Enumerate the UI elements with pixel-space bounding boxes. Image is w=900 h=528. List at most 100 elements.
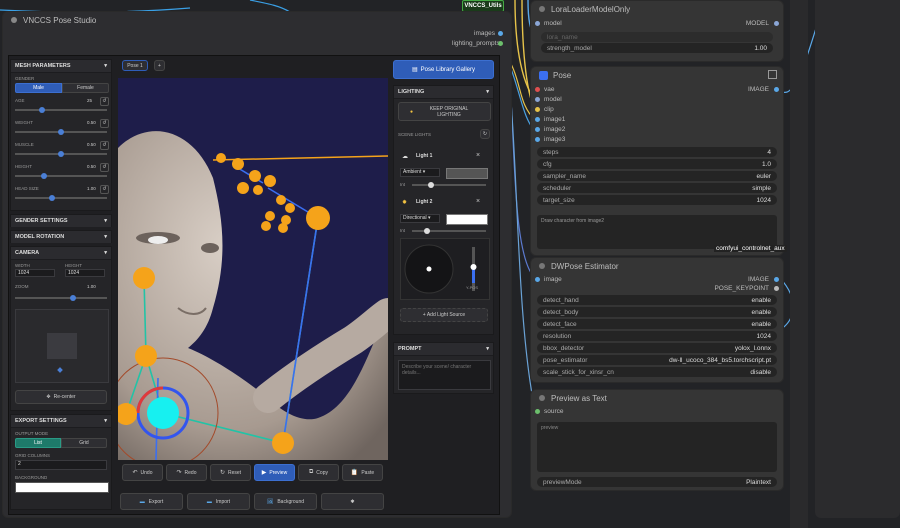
gender-settings-section[interactable]: GENDER SETTINGS ▾ <box>10 214 112 227</box>
reset-icon[interactable]: ↺ <box>100 97 109 106</box>
pose-widget-cfg[interactable]: cfg 1.0 <box>537 159 777 169</box>
chevron-down-icon[interactable]: ▾ <box>104 250 107 256</box>
mesh-slider[interactable] <box>15 151 107 157</box>
dwpose-widget-pose_estimator[interactable]: pose_estimator dw-ll_ucoco_384_bs5.torchs… <box>537 355 777 365</box>
camera-preview-box[interactable] <box>15 309 109 383</box>
female-toggle[interactable]: Female <box>62 83 109 93</box>
light-1-intensity-slider[interactable] <box>412 182 486 188</box>
mesh-slider-knob[interactable] <box>39 107 45 113</box>
pose-prompt-box[interactable]: Draw character from image2 <box>537 215 777 249</box>
dwpose-node[interactable]: DWPose Estimator image IMAGE POSE_KEYPOI… <box>530 257 784 383</box>
chevron-down-icon[interactable]: ▾ <box>104 218 107 224</box>
settings-button[interactable]: ✱ <box>321 493 384 510</box>
list-mode-toggle[interactable]: List <box>15 438 61 448</box>
tab-pose-1[interactable]: Pose 1 <box>122 60 148 71</box>
dwpose-image-output-socket[interactable] <box>774 277 779 282</box>
zoom-knob[interactable] <box>70 295 76 301</box>
male-toggle[interactable]: Male <box>15 83 62 93</box>
source-input-socket[interactable] <box>535 409 540 414</box>
lora-model-input-socket[interactable] <box>535 21 540 26</box>
background-color-swatch[interactable] <box>15 482 109 493</box>
dwpose-widget-detect_face[interactable]: detect_face enable <box>537 319 777 329</box>
reset-icon[interactable]: ↺ <box>100 185 109 194</box>
collapse-dot-icon[interactable] <box>539 263 545 269</box>
add-tab-button[interactable]: + <box>154 60 165 71</box>
preview-mode-widget[interactable]: previewMode Plaintext <box>537 477 777 487</box>
mesh-slider[interactable] <box>15 195 107 201</box>
dwpose-widget-detect_hand[interactable]: detect_hand enable <box>537 295 777 305</box>
pose-vae-input-socket[interactable] <box>535 87 540 92</box>
grid-mode-toggle[interactable]: Grid <box>61 438 107 448</box>
lora-model-output-socket[interactable] <box>774 21 779 26</box>
pose-widget-scheduler[interactable]: scheduler simple <box>537 183 777 193</box>
dwpose-widget-bbox_detector[interactable]: bbox_detector yolox_l.onnx <box>537 343 777 353</box>
preview-button[interactable]: ▶ Preview <box>254 464 295 481</box>
pose-image1-input-socket[interactable] <box>535 117 540 122</box>
pose-clip-input-socket[interactable] <box>535 107 540 112</box>
export-button[interactable]: ▬ Export <box>120 493 183 510</box>
mesh-slider-knob[interactable] <box>41 173 47 179</box>
viewport-3d[interactable] <box>118 78 388 460</box>
mesh-slider[interactable] <box>15 173 107 179</box>
light-direction-pad[interactable] <box>400 238 490 300</box>
reset-icon[interactable]: ↺ <box>100 141 109 150</box>
paste-button[interactable]: 📋 Paste <box>342 464 383 481</box>
keep-original-lighting-button[interactable]: ● KEEP ORIGINAL LIGHTING <box>398 102 491 121</box>
add-light-source-button[interactable]: + Add Light Source <box>400 308 488 322</box>
mesh-slider-knob[interactable] <box>58 129 64 135</box>
collapse-dot-icon[interactable] <box>539 395 545 401</box>
prompt-textarea[interactable] <box>398 360 491 390</box>
chevron-down-icon[interactable]: ▾ <box>104 63 107 69</box>
light-1-intensity-knob[interactable] <box>428 182 434 188</box>
reset-icon[interactable]: ↺ <box>100 163 109 172</box>
remove-light-1-icon[interactable]: × <box>476 152 480 159</box>
mesh-slider[interactable] <box>15 129 107 135</box>
reset-icon[interactable]: ↺ <box>100 119 109 128</box>
collapse-dot-icon[interactable] <box>539 6 545 12</box>
copy-button[interactable]: ⧉ Copy <box>298 464 339 481</box>
background-button[interactable]: 🖼 Background <box>254 493 317 510</box>
redo-button[interactable]: ↷ Redo <box>166 464 207 481</box>
light-2-color-swatch[interactable] <box>446 214 488 225</box>
mesh-slider[interactable] <box>15 107 107 113</box>
remove-light-2-icon[interactable]: × <box>476 198 480 205</box>
pose-image3-input-socket[interactable] <box>535 137 540 142</box>
chevron-down-icon[interactable]: ▾ <box>486 89 489 95</box>
image-preview-icon[interactable] <box>768 70 777 79</box>
model-rotation-section[interactable]: MODEL ROTATION ▾ <box>10 230 112 243</box>
import-button[interactable]: ▬ Import <box>187 493 250 510</box>
pose-model-input-socket[interactable] <box>535 97 540 102</box>
dwpose-widget-scale_stick_for_xinsr_cn[interactable]: scale_stick_for_xinsr_cn disable <box>537 367 777 377</box>
strength-model-widget[interactable]: strength_model 1.00 <box>541 43 773 53</box>
pose-library-gallery-button[interactable]: ▤ Pose Library Gallery <box>393 60 494 79</box>
dwpose-widget-resolution[interactable]: resolution 1024 <box>537 331 777 341</box>
mesh-slider-knob[interactable] <box>58 151 64 157</box>
reset-button[interactable]: ↻ Reset <box>210 464 251 481</box>
pose-widget-sampler_name[interactable]: sampler_name euler <box>537 171 777 181</box>
chevron-down-icon[interactable]: ▾ <box>104 234 107 240</box>
light-2-intensity-knob[interactable] <box>424 228 430 234</box>
pose-node[interactable]: Pose vae model clip image1 image2 image3 IMAG… <box>530 66 784 256</box>
grid-columns-input[interactable]: 2 <box>15 460 107 470</box>
pose-widget-target_size[interactable]: target_size 1024 <box>537 195 777 205</box>
collapse-dot-icon[interactable] <box>11 17 17 23</box>
light-1-color-swatch[interactable] <box>446 168 488 179</box>
lighting-prompts-output-socket[interactable] <box>498 41 503 46</box>
light-2-intensity-slider[interactable] <box>412 228 486 234</box>
preview-text-node[interactable]: Preview as Text source preview previewMo… <box>530 389 784 491</box>
zoom-slider[interactable] <box>15 295 107 301</box>
pose-image-output-socket[interactable] <box>774 87 779 92</box>
pose-image2-input-socket[interactable] <box>535 127 540 132</box>
mesh-slider-knob[interactable] <box>49 195 55 201</box>
preview-text-box[interactable]: preview <box>537 422 777 472</box>
light-2-type-select[interactable]: Directional ▾ <box>400 214 440 223</box>
height-input[interactable]: 1024 <box>65 269 105 277</box>
images-output-socket[interactable] <box>498 31 503 36</box>
light-1-type-select[interactable]: Ambient ▾ <box>400 168 440 177</box>
width-input[interactable]: 1024 <box>15 269 55 277</box>
chevron-down-icon[interactable]: ▾ <box>486 346 489 352</box>
dwpose-image-input-socket[interactable] <box>535 277 540 282</box>
dwpose-widget-detect_body[interactable]: detect_body enable <box>537 307 777 317</box>
recenter-button[interactable]: ✥ Re-center <box>15 390 107 404</box>
dwpose-keypoint-output-socket[interactable] <box>774 286 779 291</box>
